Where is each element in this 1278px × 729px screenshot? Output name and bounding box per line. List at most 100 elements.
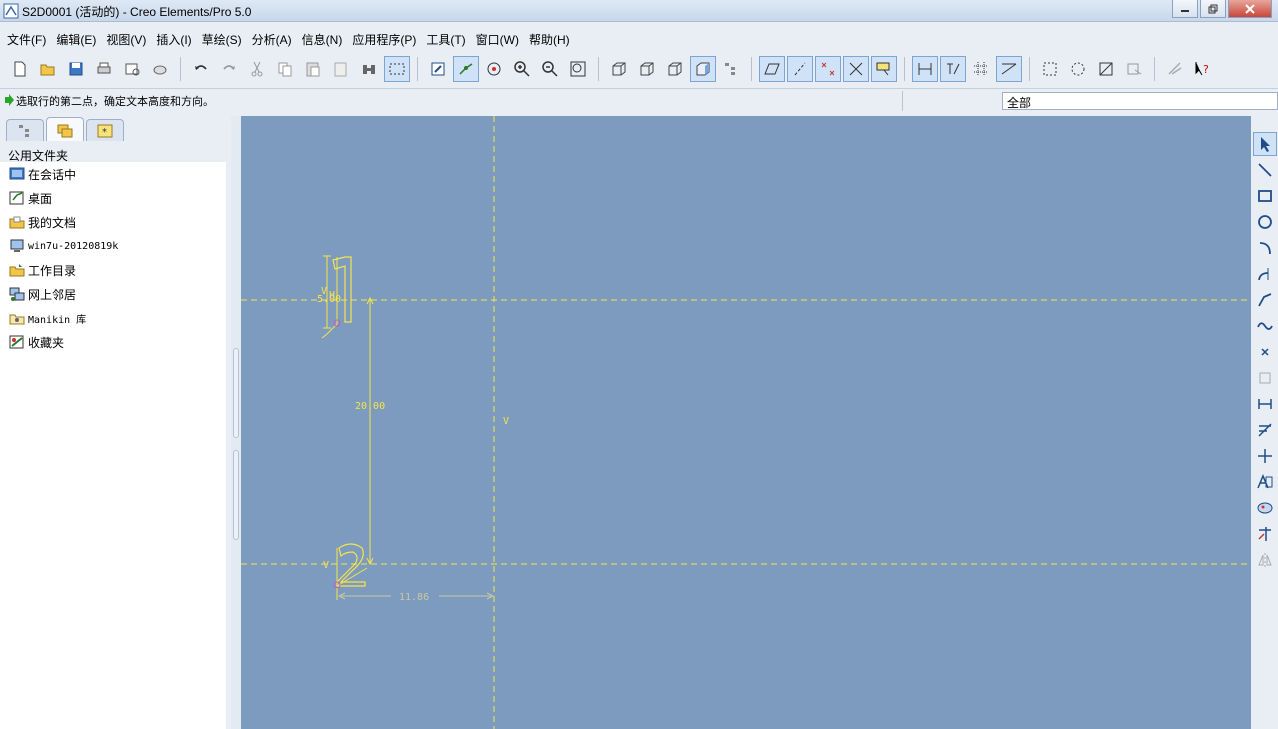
tab-favorites[interactable]: * — [86, 119, 124, 141]
annotation-display-button[interactable] — [871, 56, 897, 82]
list-item-network[interactable]: 网上邻居 — [0, 282, 226, 306]
constraint-label: V — [503, 416, 509, 427]
menu-window[interactable]: 窗口(W) — [471, 28, 524, 50]
grid-display-button[interactable] — [968, 56, 994, 82]
model-tree-button[interactable] — [718, 56, 744, 82]
menu-insert[interactable]: 插入(I) — [151, 28, 196, 50]
minimize-icon — [1181, 9, 1189, 12]
zoom-in-button[interactable] — [509, 56, 535, 82]
line-tool-button[interactable] — [1253, 158, 1277, 182]
send-mail-button[interactable] — [119, 56, 145, 82]
tab-folder-browser[interactable] — [46, 117, 84, 141]
menu-edit[interactable]: 编辑(E) — [51, 28, 101, 50]
navigator-splitter[interactable] — [231, 116, 241, 729]
csys-display-button[interactable] — [843, 56, 869, 82]
palette-tool-button[interactable] — [1253, 496, 1277, 520]
dimension-tool-button[interactable] — [1253, 392, 1277, 416]
text-icon — [1257, 474, 1273, 489]
cut-icon — [251, 61, 263, 77]
paste-special-button[interactable] — [328, 56, 354, 82]
shading-button[interactable] — [690, 56, 716, 82]
copy-button[interactable] — [272, 56, 298, 82]
minimize-button[interactable] — [1172, 0, 1198, 18]
collapse-handle-bottom[interactable] — [233, 450, 239, 540]
constraint-label: V — [323, 560, 329, 571]
list-item-favorites[interactable]: 收藏夹 — [0, 330, 226, 354]
open-button[interactable] — [35, 56, 61, 82]
select-box-button[interactable] — [384, 56, 410, 82]
sketch-diagnose-2-button[interactable] — [1065, 56, 1091, 82]
menu-tools[interactable]: 工具(T) — [421, 28, 470, 50]
redo-button[interactable] — [216, 56, 242, 82]
no-hidden-button[interactable] — [662, 56, 688, 82]
orient-mode-button[interactable] — [453, 56, 479, 82]
whats-this-button[interactable]: ? — [1190, 56, 1216, 82]
graphics-window[interactable]: H 1 5.00 V 20.00 V V 2 — [241, 116, 1251, 729]
print-button[interactable] — [91, 56, 117, 82]
annotation-display-icon — [876, 62, 890, 76]
list-item-computer[interactable]: win7u-20120819k — [0, 234, 226, 258]
arc-tool-button[interactable] — [1253, 236, 1277, 260]
modify-tool-button[interactable] — [1253, 418, 1277, 442]
chamfer-tool-button[interactable] — [1253, 288, 1277, 312]
menu-applications[interactable]: 应用程序(P) — [347, 28, 421, 50]
list-item-manikin-library[interactable]: Manikin 库 — [0, 306, 226, 330]
redo-icon — [223, 65, 235, 70]
vertex-display-button[interactable] — [996, 56, 1022, 82]
constraint-tool-button[interactable] — [1253, 444, 1277, 468]
grid-display-icon — [974, 62, 988, 76]
fillet-tool-button[interactable] — [1253, 262, 1277, 286]
menu-sketch[interactable]: 草绘(S) — [197, 28, 247, 50]
sketch-diagnose-3-button[interactable] — [1093, 56, 1119, 82]
offset-tool-button[interactable] — [1253, 366, 1277, 390]
refit-button[interactable] — [565, 56, 591, 82]
point-display-button[interactable] — [815, 56, 841, 82]
text-tool-button[interactable] — [1253, 470, 1277, 494]
wireframe-button[interactable] — [606, 56, 632, 82]
regenerate-button[interactable] — [356, 56, 382, 82]
repaint-button[interactable] — [425, 56, 451, 82]
menu-info[interactable]: 信息(N) — [297, 28, 348, 50]
menu-analysis[interactable]: 分析(A) — [247, 28, 297, 50]
circle-tool-button[interactable] — [1253, 210, 1277, 234]
list-item-my-documents[interactable]: 我的文档 — [0, 210, 226, 234]
hidden-line-button[interactable] — [634, 56, 660, 82]
spin-center-button[interactable] — [481, 56, 507, 82]
list-item-working-directory[interactable]: 工作目录 — [0, 258, 226, 282]
save-button[interactable] — [63, 56, 89, 82]
close-button[interactable] — [1228, 0, 1272, 18]
collapse-handle-top[interactable] — [233, 348, 239, 438]
list-item-desktop[interactable]: 桌面 — [0, 186, 226, 210]
paste-button[interactable] — [300, 56, 326, 82]
toolbar-separator — [1029, 57, 1030, 81]
menu-view[interactable]: 视图(V) — [101, 28, 151, 50]
tab-model-tree[interactable] — [6, 119, 44, 141]
spline-tool-button[interactable] — [1253, 314, 1277, 338]
point-tool-button[interactable] — [1253, 340, 1277, 364]
computer-icon — [10, 239, 24, 252]
list-item-in-session[interactable]: 在会话中 — [0, 162, 226, 186]
menu-help[interactable]: 帮助(H) — [524, 28, 575, 50]
sketcher-view-button[interactable] — [1162, 56, 1188, 82]
constraint-display-button[interactable] — [940, 56, 966, 82]
axis-display-button[interactable] — [787, 56, 813, 82]
sketch-diagnose-4-button[interactable] — [1121, 56, 1147, 82]
rectangle-tool-button[interactable] — [1253, 184, 1277, 208]
copy-mail-button[interactable] — [147, 56, 173, 82]
undo-button[interactable] — [188, 56, 214, 82]
plane-display-button[interactable] — [759, 56, 785, 82]
dimension-display-button[interactable] — [912, 56, 938, 82]
menu-file[interactable]: 文件(F) — [2, 28, 51, 50]
selection-filter[interactable]: 全部 — [1002, 92, 1278, 110]
new-button[interactable] — [7, 56, 33, 82]
undo-icon — [195, 65, 207, 70]
zoom-out-button[interactable] — [537, 56, 563, 82]
sketch-diagnose-1-button[interactable] — [1037, 56, 1063, 82]
restore-button[interactable] — [1200, 0, 1226, 18]
dimension-display-icon — [918, 63, 932, 75]
mirror-tool-button[interactable] — [1253, 548, 1277, 572]
select-tool-button[interactable] — [1253, 132, 1277, 156]
circle-icon — [1258, 215, 1272, 229]
trim-tool-button[interactable] — [1253, 522, 1277, 546]
cut-button[interactable] — [244, 56, 270, 82]
